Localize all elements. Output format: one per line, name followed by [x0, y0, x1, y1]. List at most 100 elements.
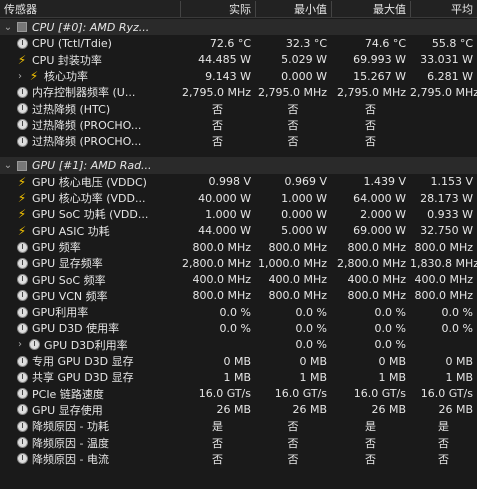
- value-current: 40.000 W: [198, 191, 251, 205]
- value-avg: 0.0 %: [441, 321, 473, 335]
- sensor-row[interactable]: PCIe 链路速度 16.0 GT/s 16.0 GT/s 16.0 GT/s 16.0…: [0, 386, 477, 402]
- expand-chevron-icon[interactable]: ›: [15, 339, 25, 350]
- sensor-row[interactable]: › GPU D3D利用率 0.0 % 0.0 %: [0, 337, 477, 353]
- sensor-row[interactable]: 过热降频 (PROCHO... 否 否 否: [0, 133, 477, 149]
- sensor-name-cell: 内存控制器频率 (U...: [0, 84, 180, 100]
- gauge-icon: [15, 86, 29, 98]
- value-max: 800.0 MHz: [347, 289, 406, 303]
- sensor-name-cell: PCIe 链路速度: [0, 386, 180, 402]
- sensor-row[interactable]: GPU 显存使用 26 MB 26 MB 26 MB 26 MB: [0, 402, 477, 418]
- value-max: 69.000 W: [353, 224, 406, 238]
- value-avg: 1.153 V: [430, 175, 473, 189]
- value-current: 否: [212, 102, 223, 116]
- value-min: 否: [287, 118, 299, 132]
- sensor-row[interactable]: GPU 频率 800.0 MHz 800.0 MHz 800.0 MHz 800.0 M…: [0, 239, 477, 255]
- value-min: 2,795.0 MHz: [257, 85, 327, 99]
- sensor-row[interactable]: ⚡ CPU 封装功率 44.485 W 5.029 W 69.993 W 33.031 W: [0, 52, 477, 68]
- value-min: 0 MB: [299, 354, 327, 368]
- header-sensor[interactable]: 传感器: [0, 1, 180, 17]
- value-max: 否: [365, 118, 376, 132]
- gauge-icon: [15, 355, 29, 367]
- sensor-row[interactable]: 过热降频 (PROCHO... 否 否 否: [0, 117, 477, 133]
- value-max: 69.993 W: [353, 53, 406, 67]
- sensor-label: CPU 封装功率: [32, 53, 102, 67]
- value-avg: 1,830.8 MHz: [410, 256, 477, 270]
- value-current: 9.143 W: [205, 69, 251, 83]
- value-current: 1 MB: [223, 370, 251, 384]
- value-min: 0.0 %: [295, 305, 327, 319]
- value-max: 0.0 %: [374, 321, 406, 335]
- sensor-name-cell: GPU D3D 使用率: [0, 320, 180, 336]
- sensor-name-cell: ⌄ GPU [#1]: AMD Rad...: [0, 159, 180, 172]
- collapse-chevron-icon[interactable]: ⌄: [3, 22, 13, 33]
- sensor-label: GPU 核心电压 (VDDC): [32, 175, 147, 189]
- sensor-row[interactable]: GPU VCN 频率 800.0 MHz 800.0 MHz 800.0 MHz 800…: [0, 288, 477, 304]
- sensor-row[interactable]: 共享 GPU D3D 显存 1 MB 1 MB 1 MB 1 MB: [0, 369, 477, 385]
- value-avg: 6.281 W: [427, 69, 473, 83]
- sensor-row[interactable]: 专用 GPU D3D 显存 0 MB 0 MB 0 MB 0 MB: [0, 353, 477, 369]
- sensor-row[interactable]: GPU SoC 频率 400.0 MHz 400.0 MHz 400.0 MHz 400…: [0, 271, 477, 287]
- value-avg: 2,795.0 MHz: [410, 85, 477, 99]
- sensor-row[interactable]: 降频原因 - 功耗 是 否 是 是: [0, 418, 477, 434]
- expand-chevron-icon[interactable]: ›: [15, 71, 25, 82]
- sensor-row[interactable]: ⚡ GPU ASIC 功耗 44.000 W 5.000 W 69.000 W 32.75…: [0, 223, 477, 239]
- value-avg: 400.0 MHz: [414, 273, 473, 287]
- value-current: 否: [212, 452, 223, 466]
- sensor-name-cell: › GPU D3D利用率: [0, 337, 180, 353]
- value-max: 否: [365, 102, 376, 116]
- sensor-name-cell: 降频原因 - 电流: [0, 451, 180, 467]
- chip-icon: [15, 21, 29, 33]
- sensor-row[interactable]: GPU D3D 使用率 0.0 % 0.0 % 0.0 % 0.0 %: [0, 320, 477, 336]
- sensor-row[interactable]: ⚡ GPU 核心电压 (VDDC) 0.998 V 0.969 V 1.439 V 1.1…: [0, 174, 477, 190]
- sensor-list: ⌄ CPU [#0]: AMD Ryz... CPU (Tctl/Tdie) 72.6…: [0, 19, 477, 467]
- sensor-group-header[interactable]: ⌄ GPU [#1]: AMD Rad...: [0, 157, 477, 174]
- collapse-chevron-icon[interactable]: ⌄: [3, 160, 13, 171]
- sensor-row[interactable]: 内存控制器频率 (U... 2,795.0 MHz 2,795.0 MHz 2,795…: [0, 84, 477, 100]
- value-max: 是: [365, 420, 376, 434]
- sensor-name-cell: GPU 显存使用: [0, 402, 180, 418]
- value-min: 1 MB: [299, 370, 327, 384]
- value-max: 否: [365, 452, 376, 466]
- value-min: 5.000 W: [281, 224, 327, 238]
- gauge-icon: [15, 119, 29, 131]
- sensor-row[interactable]: GPU 显存频率 2,800.0 MHz 1,000.0 MHz 2,800.0 MH…: [0, 255, 477, 271]
- value-max: 0.0 %: [374, 305, 406, 319]
- sensor-row[interactable]: 降频原因 - 电流 否 否 否 否: [0, 451, 477, 467]
- sensor-group-header[interactable]: ⌄ CPU [#0]: AMD Ryz...: [0, 19, 477, 36]
- sensor-row[interactable]: 过热降频 (HTC) 否 否 否: [0, 100, 477, 116]
- sensor-row[interactable]: ⚡ GPU 核心功率 (VDD... 40.000 W 1.000 W 64.000 W…: [0, 190, 477, 206]
- sensor-row[interactable]: CPU (Tctl/Tdie) 72.6 °C 32.3 °C 74.6 °C 55.8…: [0, 35, 477, 51]
- value-max: 26 MB: [371, 403, 406, 417]
- lightning-bolt-icon: ⚡: [17, 52, 27, 67]
- value-current: 否: [212, 135, 223, 149]
- value-max: 0 MB: [378, 354, 406, 368]
- value-min: 0.000 W: [281, 69, 327, 83]
- sensor-row[interactable]: 降频原因 - 温度 否 否 否 否: [0, 434, 477, 450]
- sensor-row[interactable]: ⚡ GPU SoC 功耗 (VDD... 1.000 W 0.000 W 2.000 W…: [0, 206, 477, 222]
- value-avg: 28.173 W: [420, 191, 473, 205]
- sensor-name-cell: 过热降频 (PROCHO...: [0, 117, 180, 133]
- value-min: 0.0 %: [295, 338, 327, 352]
- sensor-label: 共享 GPU D3D 显存: [32, 371, 134, 385]
- value-current: 2,795.0 MHz: [181, 85, 251, 99]
- value-min: 800.0 MHz: [268, 240, 327, 254]
- value-avg: 0.933 W: [427, 207, 473, 221]
- sensor-row[interactable]: › ⚡ 核心功率 9.143 W 0.000 W 15.267 W 6.281 W: [0, 68, 477, 84]
- header-avg[interactable]: 平均: [410, 0, 477, 17]
- row-spacer: [0, 149, 477, 157]
- value-current: 44.485 W: [198, 53, 251, 67]
- sensor-name-cell: 过热降频 (PROCHO...: [0, 133, 180, 149]
- sensor-group-label: GPU [#1]: AMD Rad...: [32, 159, 152, 173]
- header-max[interactable]: 最大值: [331, 0, 410, 17]
- sensor-label: 降频原因 - 功耗: [32, 420, 109, 434]
- header-min[interactable]: 最小值: [255, 0, 331, 17]
- sensor-name-cell: ⚡ CPU 封装功率: [0, 52, 180, 68]
- value-max: 2,800.0 MHz: [336, 256, 406, 270]
- header-current[interactable]: 实际: [180, 0, 255, 17]
- value-max: 2.000 W: [360, 207, 406, 221]
- sensor-row[interactable]: GPU利用率 0.0 % 0.0 % 0.0 % 0.0 %: [0, 304, 477, 320]
- value-min: 400.0 MHz: [268, 273, 327, 287]
- sensor-name-cell: 过热降频 (HTC): [0, 101, 180, 117]
- lightning-bolt-icon: ⚡: [29, 69, 39, 84]
- gauge-icon: [15, 135, 29, 147]
